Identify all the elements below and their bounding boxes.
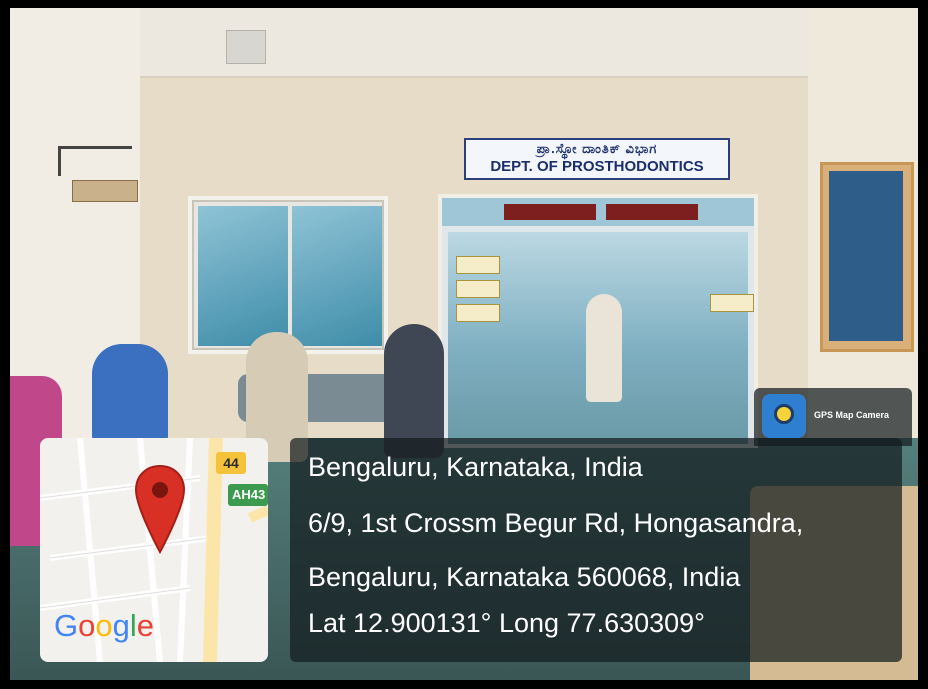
camera-lens-icon (774, 404, 794, 424)
location-city: Bengaluru, Karnataka, India (308, 452, 643, 482)
window-pane (198, 206, 288, 346)
notice-paper (456, 280, 500, 298)
department-sign-kannada: ಪ್ರಾ.ಸ್ಥೋ ದಾಂತಿಕ್ ವಿಭಾಗ (536, 141, 658, 156)
location-pin-icon (134, 464, 186, 554)
department-sign-english: DEPT. OF PROSTHODONTICS (490, 158, 704, 175)
window-pane (292, 206, 382, 346)
wall-sign (72, 180, 138, 202)
notice-paper (456, 256, 500, 274)
wall-sign-bracket (58, 146, 132, 176)
ceiling (10, 8, 918, 78)
person (92, 344, 168, 444)
gps-camera-icon (762, 394, 806, 438)
location-info-panel: Bengaluru, Karnataka, India 6/9, 1st Cro… (290, 438, 902, 662)
route-badge-ah: AH43 (228, 484, 268, 506)
gps-app-name: GPS Map Camera (814, 410, 890, 420)
partition-label (606, 204, 698, 220)
location-address-line1: 6/9, 1st Crossm Begur Rd, Hongasandra, (308, 508, 804, 538)
partition-label (504, 204, 596, 220)
location-coordinates: Lat 12.900131° Long 77.630309° (308, 608, 705, 638)
partition-top-strip (442, 198, 754, 226)
notice-paper (710, 294, 754, 312)
location-address-line2: Bengaluru, Karnataka 560068, India (308, 562, 741, 592)
notice-paper (456, 304, 500, 322)
notice-board (820, 162, 914, 352)
person (586, 294, 622, 402)
route-badge-44: 44 (216, 452, 246, 474)
department-sign: ಪ್ರಾ.ಸ್ಥೋ ದಾಂತಿಕ್ ವಿಭಾಗ DEPT. OF PROSTHO… (464, 138, 730, 180)
reception-window (188, 196, 388, 354)
notice-board-display (829, 171, 903, 341)
ceiling-camera (226, 30, 266, 64)
map-thumbnail: 44 AH43 Google (40, 438, 268, 662)
google-logo: Google (54, 608, 155, 643)
photo-frame: ಪ್ರಾ.ಸ್ಥೋ ದಾಂತಿಕ್ ವಿಭಾಗ DEPT. OF PROSTHO… (0, 0, 928, 689)
